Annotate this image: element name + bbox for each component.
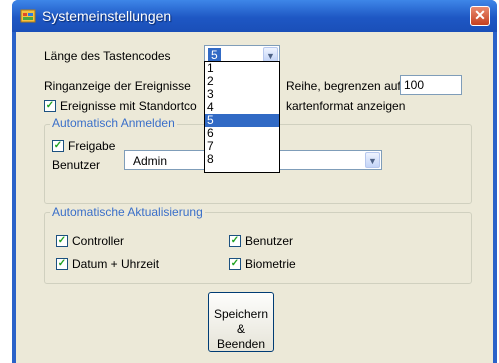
update-controller-label: Controller [72, 234, 125, 248]
user-value: Admin [133, 154, 168, 168]
dropdown-option[interactable]: 6 [205, 127, 279, 140]
settings-window: Systemeinstellungen ✕ Länge des Tastenco… [12, 0, 497, 363]
dropdown-option[interactable]: 3 [205, 88, 279, 101]
ring-limit-label: Reihe, begrenzen auf [286, 79, 401, 93]
auto-login-title: Automatisch Anmelden [50, 116, 177, 130]
save-and-exit-button[interactable]: Speichern & Beenden [208, 292, 274, 352]
save-button-line1: Speichern & [213, 307, 269, 336]
dropdown-option[interactable]: 2 [205, 75, 279, 88]
update-user-checkbox[interactable]: ✓ [229, 235, 241, 247]
dropdown-option-selected[interactable]: 5 [205, 114, 279, 127]
ring-display-label: Ringanzeige der Ereignisse [44, 79, 191, 93]
auto-update-group [44, 212, 472, 284]
code-length-label: Länge des Tastencodes [44, 49, 171, 63]
events-location-checkbox[interactable]: ✓ [44, 100, 56, 112]
update-biometrics-checkbox[interactable]: ✓ [229, 258, 241, 270]
auto-update-title: Automatische Aktualisierung [50, 205, 205, 219]
checkmark-icon: ✓ [45, 100, 55, 111]
release-label: Freigabe [68, 139, 116, 153]
ring-limit-input[interactable]: 100 [400, 75, 462, 95]
dropdown-option[interactable]: 4 [205, 101, 279, 114]
title-bar: Systemeinstellungen ✕ [12, 0, 497, 32]
close-icon: ✕ [474, 7, 486, 23]
dialog-body: Länge des Tastencodes 5 ▼ Ringanzeige de… [16, 32, 493, 363]
window-title: Systemeinstellungen [42, 8, 172, 24]
checkmark-icon: ✓ [53, 140, 63, 151]
events-location-label-cont: kartenformat anzeigen [286, 99, 406, 113]
update-datetime-checkbox[interactable]: ✓ [56, 258, 68, 270]
update-controller-checkbox[interactable]: ✓ [56, 235, 68, 247]
update-user-label: Benutzer [245, 234, 294, 248]
update-biometrics-label: Biometrie [245, 257, 296, 271]
save-button-line2: Beenden [216, 337, 266, 351]
chevron-down-icon[interactable]: ▼ [365, 152, 380, 168]
events-location-label: Ereignisse mit Standortco [60, 99, 197, 113]
checkmark-icon: ✓ [57, 258, 67, 269]
dropdown-option[interactable]: 1 [205, 62, 279, 75]
checkmark-icon: ✓ [57, 235, 67, 246]
release-checkbox[interactable]: ✓ [52, 140, 64, 152]
checkmark-icon: ✓ [230, 258, 240, 269]
code-length-dropdown-list[interactable]: 1 2 3 4 5 6 7 8 [204, 61, 280, 173]
close-button[interactable]: ✕ [470, 6, 490, 26]
window-icon [20, 9, 36, 23]
code-length-value: 5 [208, 48, 221, 62]
dropdown-option[interactable]: 7 [205, 140, 279, 153]
chevron-down-icon[interactable]: ▼ [263, 47, 278, 62]
update-datetime-label: Datum + Uhrzeit [72, 257, 160, 271]
checkmark-icon: ✓ [230, 235, 240, 246]
user-label: Benutzer [52, 158, 101, 172]
dropdown-option[interactable]: 8 [205, 153, 279, 166]
